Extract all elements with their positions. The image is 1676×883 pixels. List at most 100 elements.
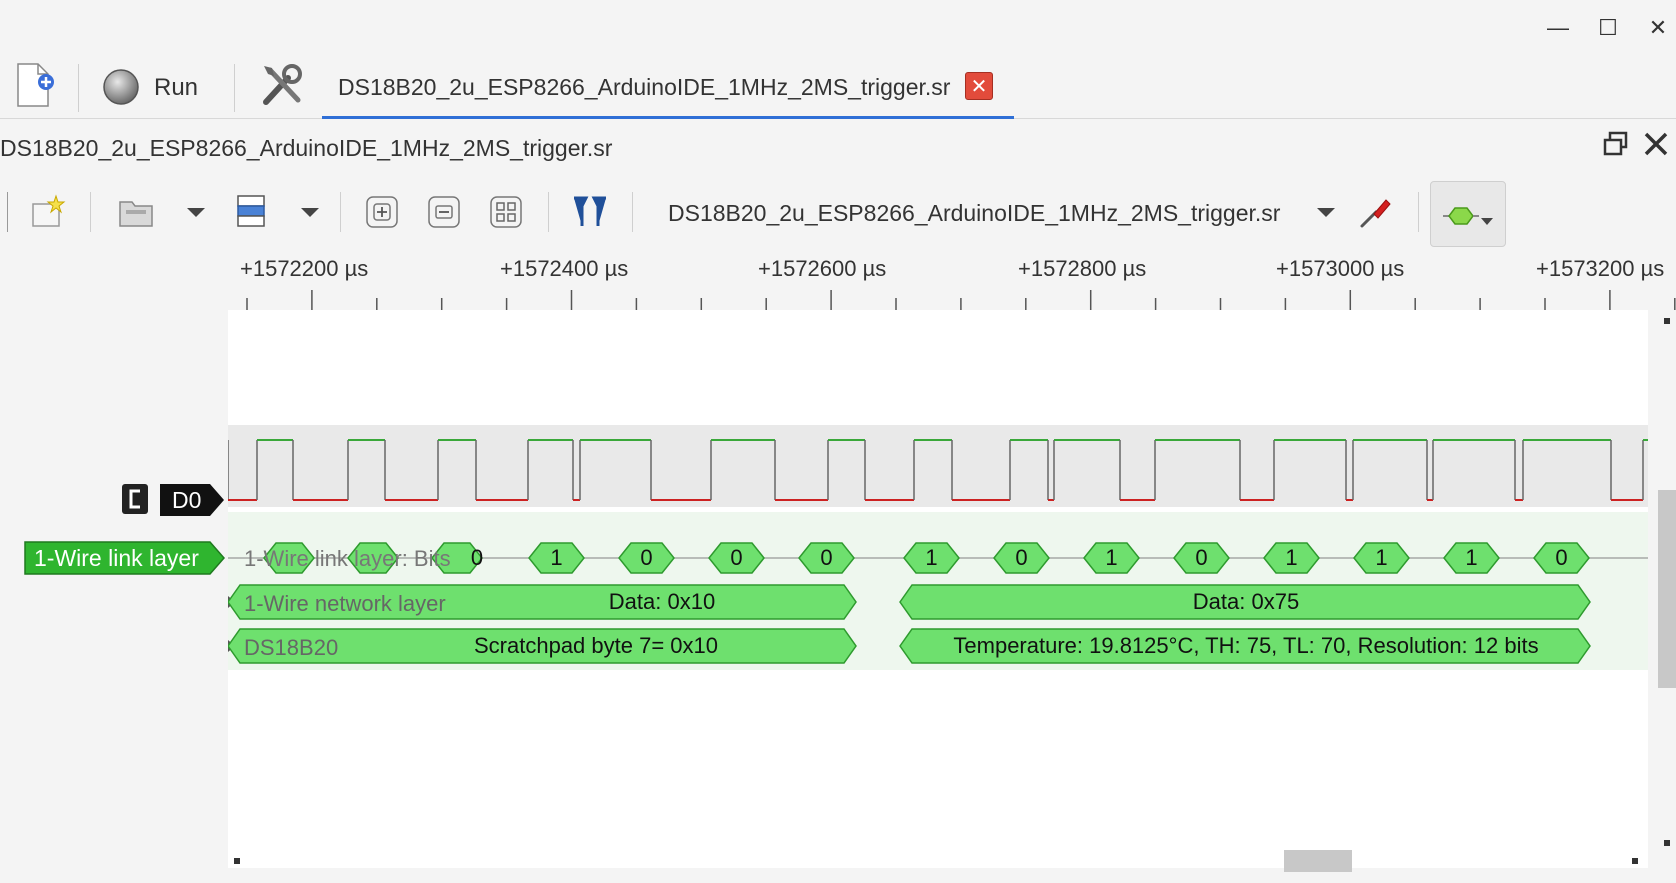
title-bar — [0, 0, 1676, 56]
vertical-scrollbar[interactable] — [1658, 310, 1676, 868]
probe-config-button[interactable] — [1358, 194, 1394, 230]
toolbar-separator — [1418, 192, 1419, 232]
ruler-tick-label: +1573200 µs — [1536, 256, 1665, 281]
toolbar-separator — [632, 192, 633, 232]
scroll-left-icon[interactable] — [234, 858, 240, 864]
chevron-down-icon — [301, 208, 319, 217]
session-tab-label: DS18B20_2u_ESP8266_ArduinoIDE_1MHz_2MS_t… — [338, 74, 951, 100]
d0-label-text: D0 — [172, 487, 202, 513]
show-cursors-button[interactable] — [570, 194, 610, 230]
bits-row-title: 1-Wire link layer: Bits — [244, 546, 451, 571]
logic-channel-icon — [122, 484, 148, 514]
new-view-icon — [32, 194, 66, 227]
ruler-tick-label: +1572200 µs — [240, 256, 369, 281]
ruler-ticks — [246, 290, 1676, 310]
trace-view[interactable]: 0 1 0 0 0 1 0 1 0 1 1 1 0 Data: 0x10 Data: 0x75 Scrat… — [227, 310, 1648, 868]
tab-close-button[interactable]: ✕ — [965, 72, 993, 100]
float-dock-button[interactable] — [1602, 130, 1630, 158]
bit-annotation-label: 1 — [1285, 545, 1297, 570]
minimize-button[interactable]: — — [1540, 12, 1576, 44]
save-dropdown-button[interactable] — [298, 200, 322, 224]
signal-header-panel — [0, 310, 228, 868]
bit-annotation-label: 1 — [1375, 545, 1387, 570]
vertical-scrollbar-track — [1658, 318, 1676, 846]
bit-annotation-label: 1 — [1105, 545, 1117, 570]
folder-icon — [119, 201, 153, 227]
zoom-in-icon — [366, 196, 398, 228]
d0-channel-label[interactable]: D0 — [160, 482, 226, 518]
close-icon: ✕ — [970, 75, 988, 98]
chevron-down-icon — [187, 208, 205, 217]
open-button[interactable] — [118, 196, 156, 230]
minimize-icon: — — [1547, 15, 1569, 40]
restore-window-icon — [1603, 131, 1628, 156]
new-document-icon — [17, 63, 54, 107]
time-ruler[interactable]: +1572200 µs +1572400 µs +1572600 µs +157280… — [228, 250, 1676, 310]
toolbar-separator — [340, 192, 341, 232]
zoom-fit-button[interactable] — [488, 194, 524, 230]
zoom-out-icon — [428, 196, 460, 228]
bit-annotation-label: 1 — [925, 545, 937, 570]
network-annotation-label: Data: 0x10 — [609, 589, 715, 614]
settings-button[interactable] — [258, 62, 306, 110]
close-icon — [1644, 132, 1668, 156]
toolbar-separator — [90, 192, 91, 232]
tools-icon — [263, 64, 302, 105]
bit-annotation-label: 0 — [471, 545, 483, 570]
network-row-title: 1-Wire network layer — [244, 591, 446, 616]
bit-annotation-label: 0 — [1555, 545, 1567, 570]
new-session-button[interactable] — [14, 62, 54, 108]
save-icon — [237, 195, 265, 227]
zoom-out-button[interactable] — [426, 194, 462, 230]
trace-canvas: 0 1 0 0 0 1 0 1 0 1 1 1 0 Data: 0x10 Data: 0x75 Scrat… — [227, 425, 1648, 670]
cursor-markers-icon — [574, 196, 606, 226]
toolbar-separator — [234, 64, 235, 112]
horizontal-scrollbar-track — [234, 850, 1638, 872]
toolbar-handle — [7, 192, 8, 232]
bit-annotation-label: 0 — [640, 545, 652, 570]
new-view-button[interactable] — [30, 194, 66, 230]
horizontal-scrollbar-thumb[interactable] — [1284, 850, 1352, 872]
decoder-label-text: 1-Wire link layer — [34, 545, 199, 571]
close-dock-button[interactable] — [1642, 130, 1670, 158]
channel-type-marker — [122, 484, 148, 514]
save-button[interactable] — [234, 194, 270, 230]
run-label: Run — [154, 74, 199, 101]
chevron-down-icon — [1317, 208, 1335, 217]
ruler-tick-label: +1572600 µs — [758, 256, 887, 281]
toolbar-separator — [78, 64, 79, 112]
open-dropdown-button[interactable] — [184, 200, 208, 224]
bit-annotation-label: 0 — [1195, 545, 1207, 570]
device-annotation-label: Temperature: 19.8125°C, TH: 75, TL: 70, … — [953, 633, 1538, 658]
ruler-tick-label: +1573000 µs — [1276, 256, 1405, 281]
ruler-tick-label: +1572800 µs — [1018, 256, 1147, 281]
toolbar-separator — [548, 192, 549, 232]
close-window-button[interactable]: ✕ — [1640, 12, 1676, 44]
close-icon: ✕ — [1648, 15, 1668, 40]
scroll-up-icon[interactable] — [1664, 318, 1670, 324]
bit-annotation-label: 1 — [1465, 545, 1477, 570]
d0-trace-background — [228, 425, 1648, 507]
zoom-fit-icon — [490, 196, 522, 228]
session-combo-dropdown[interactable] — [1314, 200, 1338, 224]
zoom-in-button[interactable] — [364, 194, 400, 230]
network-annotation-label: Data: 0x75 — [1193, 589, 1299, 614]
add-decoder-button[interactable] — [1430, 181, 1506, 247]
ruler-tick-label: +1572400 µs — [500, 256, 629, 281]
bit-annotation-label: 0 — [820, 545, 832, 570]
decoder-channel-label[interactable]: 1-Wire link layer — [24, 540, 226, 576]
view-title: DS18B20_2u_ESP8266_ArduinoIDE_1MHz_2MS_t… — [0, 135, 613, 161]
probe-icon — [1360, 199, 1391, 228]
bit-annotation-label: 0 — [730, 545, 742, 570]
run-icon — [103, 69, 139, 105]
session-combo-label: DS18B20_2u_ESP8266_ArduinoIDE_1MHz_2MS_t… — [668, 200, 1281, 226]
maximize-button[interactable]: ☐ — [1590, 12, 1626, 44]
device-row-title: DS18B20 — [244, 635, 338, 660]
maximize-icon: ☐ — [1598, 15, 1618, 40]
horizontal-scrollbar[interactable] — [228, 848, 1648, 878]
bit-annotation-label: 0 — [1015, 545, 1027, 570]
scroll-down-icon[interactable] — [1664, 840, 1670, 846]
scroll-right-icon[interactable] — [1632, 858, 1638, 864]
decoder-icon — [1443, 207, 1493, 225]
vertical-scrollbar-thumb[interactable] — [1658, 490, 1676, 688]
